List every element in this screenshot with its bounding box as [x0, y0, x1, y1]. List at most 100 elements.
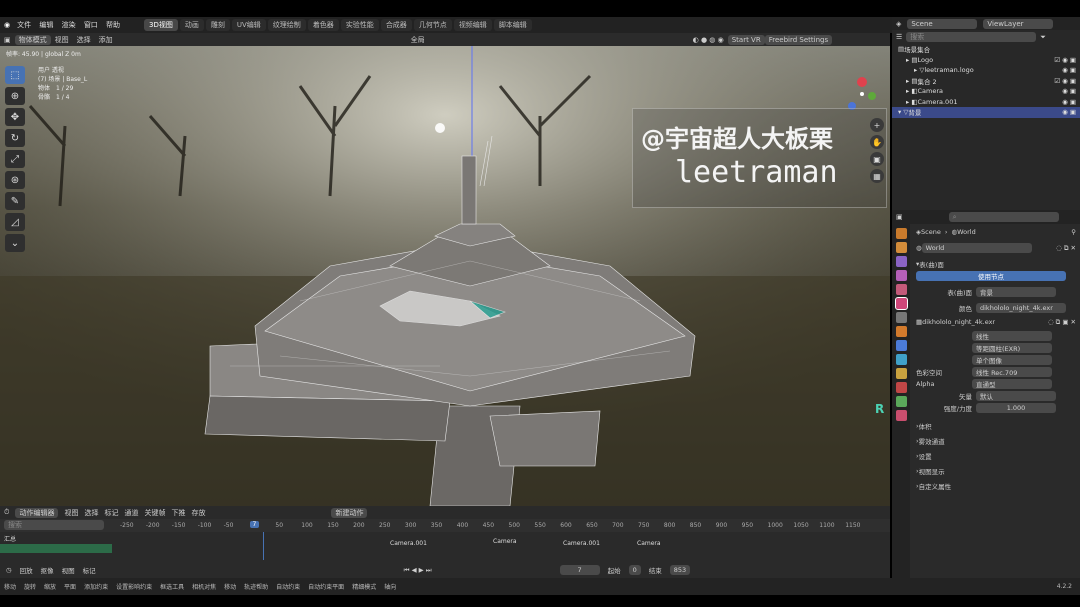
- rotate-tool-icon[interactable]: ↻: [5, 129, 25, 147]
- visibility-icons[interactable]: ☑ ◉ ▣: [1054, 77, 1076, 85]
- marker-menu[interactable]: 标记: [104, 508, 118, 518]
- frame-ruler[interactable]: 搜索 -250 -200 -150 -100 -50 7 50 100 150 200 250 300…: [0, 519, 890, 532]
- outliner-row-camera[interactable]: ▸ ◧ Camera ◉ ▣: [892, 86, 1080, 97]
- tab-video-editing[interactable]: 视频编辑: [453, 19, 492, 31]
- tab-shading[interactable]: 着色器: [307, 19, 339, 31]
- visibility-icons[interactable]: ◉ ▣: [1062, 87, 1076, 95]
- outliner-row-scene-collection[interactable]: ▤ 场景集合: [892, 44, 1080, 55]
- colorspace-select[interactable]: 线性 Rec.709: [972, 367, 1052, 377]
- surface-field[interactable]: 背景: [976, 287, 1056, 297]
- editor-type-icon[interactable]: ⏱: [4, 508, 9, 517]
- world-name-field[interactable]: World: [921, 243, 1032, 253]
- marker-camera-001[interactable]: Camera.001: [563, 540, 600, 547]
- world-datablock[interactable]: ◍ World ◌ ⧉ ✕: [916, 242, 1076, 254]
- use-nodes-button[interactable]: 使用节点: [916, 271, 1066, 281]
- start-frame-field[interactable]: 0: [628, 565, 641, 575]
- tab-sculpt[interactable]: 雕刻: [205, 19, 230, 31]
- playback-controls-icon[interactable]: ⏮ ◀ ▶ ⏭: [404, 566, 432, 575]
- freebird-settings-button[interactable]: Freebird Settings: [764, 34, 833, 45]
- new-action-button[interactable]: 新建动作: [331, 507, 368, 518]
- section-settings[interactable]: › 设置: [916, 450, 1076, 462]
- measure-tool-icon[interactable]: ◿: [5, 213, 25, 231]
- tab-scripting[interactable]: 脚本编辑: [493, 19, 532, 31]
- surface-section-header[interactable]: ▾ 表(曲)面: [916, 258, 1076, 270]
- menu-help[interactable]: 帮助: [106, 21, 120, 29]
- pan-icon[interactable]: ✋: [870, 135, 884, 149]
- scene-tab-icon[interactable]: [895, 284, 907, 295]
- modifier-tab-icon[interactable]: [895, 340, 907, 351]
- object-tab-icon[interactable]: [895, 326, 907, 337]
- display-mode-icon[interactable]: ☰: [896, 33, 902, 41]
- visibility-icons[interactable]: ◉ ▣: [1062, 66, 1076, 74]
- scene-selector[interactable]: Scene: [907, 18, 978, 29]
- section-volume[interactable]: › 体积: [916, 420, 1076, 432]
- camera-view-icon[interactable]: ▣: [870, 152, 884, 166]
- select-tool-icon[interactable]: ⬚: [5, 66, 25, 84]
- extra-tool-icon[interactable]: ⌄: [5, 234, 25, 252]
- output-tab-icon[interactable]: [895, 256, 907, 267]
- keying-menu[interactable]: 抠像: [41, 565, 54, 575]
- section-viewport-display[interactable]: › 视图显示: [916, 465, 1076, 477]
- particles-tab-icon[interactable]: [895, 354, 907, 365]
- datablock-icons[interactable]: ◌ ⧉ ✕: [1056, 244, 1076, 253]
- datablock-icons[interactable]: ◌ ⧉ ▣ ✕: [1048, 318, 1076, 327]
- marker-camera[interactable]: Camera: [637, 540, 661, 547]
- world-tab-icon[interactable]: [894, 297, 908, 310]
- select-menu[interactable]: 选择: [84, 508, 98, 518]
- visibility-icons[interactable]: ☑ ◉ ▣: [1054, 56, 1076, 64]
- strength-field[interactable]: 1.000: [976, 403, 1056, 413]
- current-frame-field[interactable]: 7: [559, 565, 600, 575]
- outliner-row-logo-object[interactable]: ▸ ▽ leetraman.logo ◉ ▣: [892, 65, 1080, 76]
- image-datablock[interactable]: ▦ dikhololo_night_4k.exr ◌ ⧉ ▣ ✕: [916, 316, 1076, 328]
- tool-tab-icon[interactable]: [895, 228, 907, 239]
- properties-search[interactable]: ⌕: [948, 212, 1059, 222]
- tab-layout[interactable]: 3D视图: [144, 19, 178, 31]
- filter-icon[interactable]: ⏷: [1040, 33, 1046, 42]
- playback-menu[interactable]: 回放: [20, 565, 33, 575]
- add-menu[interactable]: 添加: [95, 35, 117, 45]
- data-tab-icon[interactable]: [895, 396, 907, 407]
- view-menu[interactable]: 视图: [62, 565, 75, 575]
- outliner-row-logo[interactable]: ▸ ▤ Logo ☑ ◉ ▣: [892, 55, 1080, 66]
- collection-tab-icon[interactable]: [895, 312, 907, 323]
- menu-edit[interactable]: 编辑: [39, 21, 53, 29]
- end-frame-field[interactable]: 853: [669, 565, 691, 575]
- editor-type-icon[interactable]: ▣: [896, 213, 903, 221]
- transform-tool-icon[interactable]: ⊛: [5, 171, 25, 189]
- view-layer-tab-icon[interactable]: [895, 270, 907, 281]
- menu-file[interactable]: 文件: [17, 21, 31, 29]
- color-field[interactable]: dikhololo_night_4k.exr: [976, 303, 1066, 313]
- shading-icons[interactable]: ◐ ● ◍ ◉: [689, 36, 728, 44]
- interpolation-select[interactable]: 线性: [972, 331, 1052, 341]
- view-menu[interactable]: 视图: [64, 508, 78, 518]
- visibility-icons[interactable]: ◉ ▣: [1062, 98, 1076, 106]
- editor-type-icon[interactable]: ▣: [0, 36, 15, 44]
- blender-logo-icon[interactable]: ◉: [4, 21, 10, 29]
- ortho-toggle-icon[interactable]: ▦: [870, 169, 884, 183]
- orientation-select[interactable]: 全局: [407, 35, 429, 45]
- tab-geometry-nodes[interactable]: 几何节点: [413, 19, 452, 31]
- scale-tool-icon[interactable]: ⤢: [5, 150, 25, 168]
- menu-window[interactable]: 窗口: [84, 21, 98, 29]
- editor-mode-select[interactable]: 动作编辑器: [15, 507, 59, 518]
- annotate-tool-icon[interactable]: ✎: [5, 192, 25, 210]
- select-menu[interactable]: 选择: [73, 35, 95, 45]
- menu-render[interactable]: 渲染: [62, 21, 76, 29]
- physics-tab-icon[interactable]: [895, 368, 907, 379]
- stash-button[interactable]: 存放: [191, 508, 205, 518]
- push-down-button[interactable]: 下推: [171, 508, 185, 518]
- tab-animation[interactable]: 动画: [179, 19, 204, 31]
- outliner-row-camera-001[interactable]: ▸ ◧ Camera.001 ◉ ▣: [892, 97, 1080, 108]
- section-custom-props[interactable]: › 自定义属性: [916, 480, 1076, 492]
- pin-icon[interactable]: ⚲: [1071, 228, 1076, 236]
- tab-texture-paint[interactable]: 纹理绘制: [267, 19, 306, 31]
- marker-camera[interactable]: Camera: [493, 538, 517, 545]
- alpha-select[interactable]: 直通型: [972, 379, 1052, 389]
- extension-select[interactable]: 单个图像: [972, 355, 1052, 365]
- view-layer-selector[interactable]: ViewLayer: [983, 18, 1054, 29]
- constraints-tab-icon[interactable]: [895, 382, 907, 393]
- marker-camera-001[interactable]: Camera.001: [390, 540, 427, 547]
- tab-experimental[interactable]: 实验性能: [340, 19, 379, 31]
- outliner-row-collection-2[interactable]: ▸ ▤ 集合 2 ☑ ◉ ▣: [892, 76, 1080, 87]
- channel-search-input[interactable]: 搜索: [4, 520, 104, 530]
